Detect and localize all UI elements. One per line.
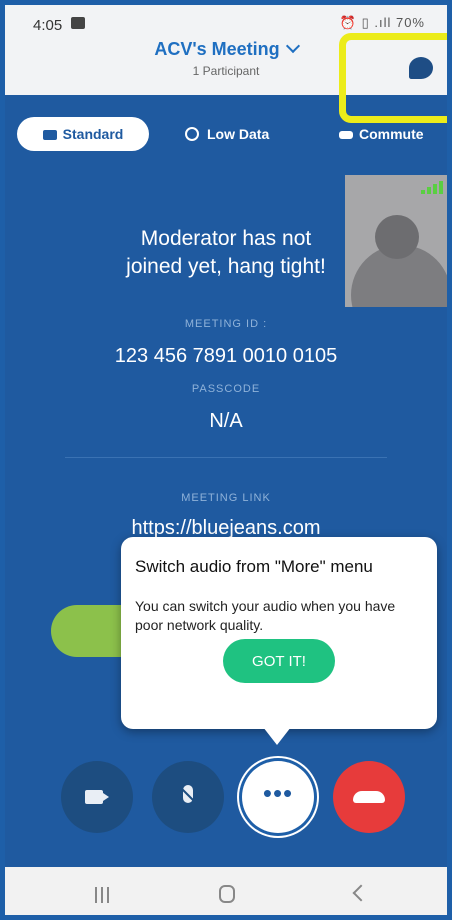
meeting-link-label: MEETING LINK bbox=[181, 492, 271, 504]
divider bbox=[65, 457, 387, 458]
passcode-value: N/A bbox=[209, 410, 243, 432]
back-icon[interactable] bbox=[352, 884, 370, 902]
signal-strength-icon bbox=[421, 181, 443, 194]
more-dots-icon: ••• bbox=[262, 778, 294, 808]
tooltip-pointer bbox=[263, 727, 291, 745]
android-nav-bar bbox=[5, 867, 447, 915]
passcode-label: PASSCODE bbox=[191, 383, 261, 395]
video-camera-icon bbox=[42, 130, 57, 140]
tab-standard[interactable]: Standard bbox=[17, 117, 149, 151]
audio-tooltip: Switch audio from "More" menu You can sw… bbox=[121, 537, 437, 729]
status-time: 4:05 bbox=[33, 17, 63, 34]
video-off-icon bbox=[85, 790, 109, 804]
tooltip-title: Switch audio from "More" menu bbox=[135, 557, 373, 576]
tab-commute[interactable]: Commute bbox=[339, 117, 447, 151]
hang-up-icon bbox=[353, 791, 385, 803]
meeting-id-label: MEETING ID : bbox=[184, 318, 268, 330]
low-data-icon bbox=[185, 127, 199, 141]
home-icon[interactable] bbox=[219, 885, 235, 903]
car-icon bbox=[339, 131, 353, 139]
chevron-down-icon[interactable] bbox=[285, 38, 300, 54]
waiting-message: Moderator has not joined yet, hang tight… bbox=[126, 227, 326, 278]
mode-tabs: Standard Low Data Commute bbox=[5, 117, 447, 151]
highlight-box bbox=[339, 33, 447, 123]
app-frame: 4:05 ⏰ ▯ .ıll 70% ACV's Meeting 1 Partic… bbox=[0, 0, 452, 920]
notification-icon bbox=[71, 17, 85, 29]
tooltip-body: You can switch your audio when you have … bbox=[135, 598, 396, 633]
end-call-button[interactable] bbox=[333, 761, 405, 833]
more-button[interactable]: ••• bbox=[242, 761, 314, 833]
status-icons: ⏰ ▯ .ıll 70% bbox=[339, 15, 425, 30]
tab-low-data[interactable]: Low Data bbox=[185, 117, 295, 151]
got-it-button[interactable]: GOT IT! bbox=[223, 639, 335, 683]
mic-toggle-button[interactable] bbox=[152, 761, 224, 833]
video-toggle-button[interactable] bbox=[61, 761, 133, 833]
meeting-id-value: 123 456 7891 0010 0105 bbox=[114, 345, 338, 367]
recent-apps-icon[interactable] bbox=[95, 887, 111, 903]
